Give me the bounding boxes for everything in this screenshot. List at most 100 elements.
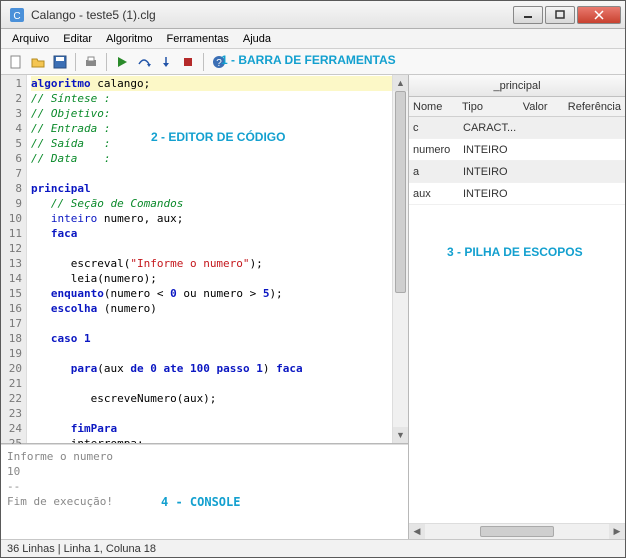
save-icon[interactable]	[50, 52, 70, 72]
code-line[interactable]	[31, 241, 392, 256]
table-header: Nome Tipo Valor Referência	[409, 97, 625, 117]
code-line[interactable]: // Seção de Comandos	[31, 196, 392, 211]
toolbar-separator	[203, 53, 204, 71]
code-line[interactable]	[31, 346, 392, 361]
scroll-h-thumb[interactable]	[480, 526, 554, 537]
scroll-right-icon[interactable]: ▶	[609, 524, 625, 539]
line-number: 1	[1, 76, 22, 91]
code-line[interactable]: escreval("Informe o numero");	[31, 256, 392, 271]
code-line[interactable]: interrompa;	[31, 436, 392, 443]
step-over-icon[interactable]	[134, 52, 154, 72]
code-line[interactable]: faca	[31, 226, 392, 241]
code-line[interactable]: fimPara	[31, 421, 392, 436]
code-line[interactable]: algoritmo calango;	[31, 76, 392, 91]
code-line[interactable]: enquanto(numero < 0 ou numero > 5);	[31, 286, 392, 301]
menu-arquivo[interactable]: Arquivo	[5, 31, 56, 47]
console-line: 10	[7, 464, 402, 479]
scroll-up-icon[interactable]: ▲	[393, 75, 408, 91]
col-header-valor[interactable]: Valor	[519, 101, 564, 113]
status-text: 36 Linhas | Linha 1, Coluna 18	[7, 543, 156, 555]
code-line[interactable]: // Objetivo:	[31, 106, 392, 121]
code-line[interactable]: // Síntese :	[31, 91, 392, 106]
scope-panel: _principal Nome Tipo Valor Referência cC…	[409, 75, 625, 539]
menu-ferramentas[interactable]: Ferramentas	[160, 31, 236, 47]
menubar: Arquivo Editar Algoritmo Ferramentas Aju…	[1, 29, 625, 49]
scroll-thumb[interactable]	[395, 91, 406, 293]
col-header-ref[interactable]: Referência	[564, 101, 625, 113]
maximize-button[interactable]	[545, 6, 575, 24]
minimize-button[interactable]	[513, 6, 543, 24]
titlebar: C Calango - teste5 (1).clg	[1, 1, 625, 29]
scroll-h-track[interactable]	[425, 524, 609, 539]
cell-nome: a	[409, 166, 459, 178]
line-number: 4	[1, 121, 22, 136]
table-row[interactable]: cCARACT...	[409, 117, 625, 139]
line-number: 7	[1, 166, 22, 181]
main-area: 1234567891011121314151617181920212223242…	[1, 75, 625, 539]
code-line[interactable]	[31, 166, 392, 181]
code-line[interactable]: caso 1	[31, 331, 392, 346]
line-number: 8	[1, 181, 22, 196]
editor-scrollbar[interactable]: ▲ ▼	[392, 75, 408, 443]
cell-tipo: INTEIRO	[459, 144, 521, 156]
print-icon[interactable]	[81, 52, 101, 72]
code-line[interactable]: // Data :	[31, 151, 392, 166]
menu-editar[interactable]: Editar	[56, 31, 99, 47]
code-line[interactable]: para(aux de 0 ate 100 passo 1) faca	[31, 361, 392, 376]
scroll-down-icon[interactable]: ▼	[393, 427, 408, 443]
code-line[interactable]: principal	[31, 181, 392, 196]
new-file-icon[interactable]	[6, 52, 26, 72]
line-number: 24	[1, 421, 22, 436]
console-line: Informe o numero	[7, 449, 402, 464]
code-line[interactable]	[31, 406, 392, 421]
open-file-icon[interactable]	[28, 52, 48, 72]
console-line: Fim de execução!	[7, 494, 402, 509]
window-controls	[511, 6, 621, 24]
scroll-track[interactable]	[393, 91, 408, 427]
scroll-left-icon[interactable]: ◀	[409, 524, 425, 539]
col-header-nome[interactable]: Nome	[409, 101, 458, 113]
scope-tab[interactable]: _principal	[409, 75, 625, 97]
run-icon[interactable]	[112, 52, 132, 72]
code-line[interactable]: escreveNumero(aux);	[31, 391, 392, 406]
cell-tipo: CARACT...	[459, 122, 521, 134]
svg-text:?: ?	[216, 58, 222, 69]
stop-icon[interactable]	[178, 52, 198, 72]
code-line[interactable]: escolha (numero)	[31, 301, 392, 316]
variable-table: Nome Tipo Valor Referência cCARACT...num…	[409, 97, 625, 205]
toolbar-separator	[106, 53, 107, 71]
help-icon[interactable]: ?	[209, 52, 229, 72]
line-number: 19	[1, 346, 22, 361]
line-number: 14	[1, 271, 22, 286]
close-button[interactable]	[577, 6, 621, 24]
code-editor[interactable]: 1234567891011121314151617181920212223242…	[1, 75, 408, 444]
line-number: 15	[1, 286, 22, 301]
table-row[interactable]: numeroINTEIRO	[409, 139, 625, 161]
code-area[interactable]: algoritmo calango;// Síntese :// Objetiv…	[27, 75, 392, 443]
line-number: 22	[1, 391, 22, 406]
code-line[interactable]	[31, 376, 392, 391]
line-number: 11	[1, 226, 22, 241]
scope-h-scrollbar[interactable]: ◀ ▶	[409, 523, 625, 539]
code-line[interactable]	[31, 316, 392, 331]
line-number: 23	[1, 406, 22, 421]
window-title: Calango - teste5 (1).clg	[31, 8, 511, 22]
line-number: 21	[1, 376, 22, 391]
menu-ajuda[interactable]: Ajuda	[236, 31, 278, 47]
toolbar-separator	[75, 53, 76, 71]
code-line[interactable]: inteiro numero, aux;	[31, 211, 392, 226]
line-number: 2	[1, 91, 22, 106]
annotation-scopes: 3 - PILHA DE ESCOPOS	[447, 245, 583, 259]
line-number: 17	[1, 316, 22, 331]
table-row[interactable]: aINTEIRO	[409, 161, 625, 183]
code-line[interactable]: leia(numero);	[31, 271, 392, 286]
cell-nome: numero	[409, 144, 459, 156]
table-row[interactable]: auxINTEIRO	[409, 183, 625, 205]
console-panel[interactable]: Informe o numero 10 -- Fim de execução! …	[1, 444, 408, 539]
code-line[interactable]: // Saída :	[31, 136, 392, 151]
step-into-icon[interactable]	[156, 52, 176, 72]
col-header-tipo[interactable]: Tipo	[458, 101, 519, 113]
menu-algoritmo[interactable]: Algoritmo	[99, 31, 159, 47]
cell-nome: c	[409, 122, 459, 134]
code-line[interactable]: // Entrada :	[31, 121, 392, 136]
